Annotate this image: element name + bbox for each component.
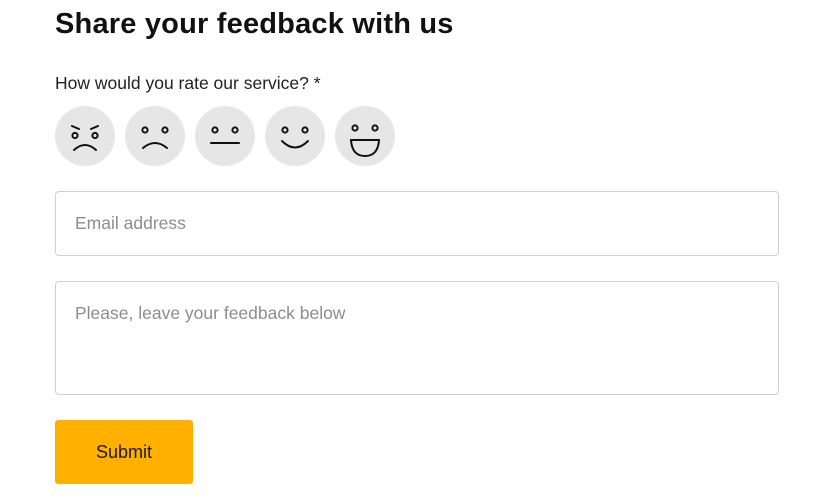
satisfied-face-icon (281, 126, 309, 149)
rating-question-label: How would you rate our service? * (55, 73, 321, 93)
very-satisfied-face-icon (349, 124, 381, 158)
form-title: Share your feedback with us (55, 8, 454, 40)
very-dissatisfied-face-icon (71, 125, 99, 151)
rating-options (55, 106, 395, 166)
neutral-face-icon (210, 126, 240, 144)
rating-button-2[interactable] (125, 106, 185, 166)
feedback-form: Share your feedback with us How would yo… (0, 0, 830, 500)
dissatisfied-face-icon (141, 126, 169, 149)
rating-button-3[interactable] (195, 106, 255, 166)
email-field[interactable] (55, 191, 779, 256)
feedback-textarea[interactable] (55, 281, 779, 395)
rating-button-4[interactable] (265, 106, 325, 166)
rating-button-5[interactable] (335, 106, 395, 166)
submit-button[interactable]: Submit (55, 420, 193, 484)
rating-button-1[interactable] (55, 106, 115, 166)
